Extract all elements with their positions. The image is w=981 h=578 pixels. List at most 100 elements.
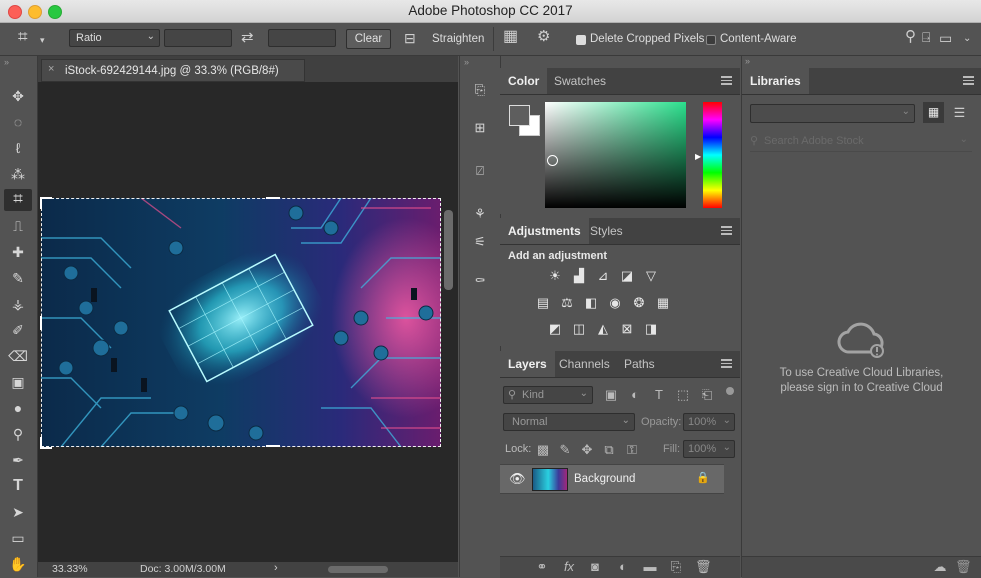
layer-row[interactable]: 👁 Background 🔒 bbox=[500, 464, 724, 494]
selective-color-icon[interactable]: ⊠ bbox=[619, 322, 635, 336]
filter-type-icon[interactable]: T bbox=[651, 388, 667, 402]
link-layers-icon[interactable]: ⚭ bbox=[534, 560, 550, 574]
marquee-tool-icon[interactable]: ◌ bbox=[8, 112, 28, 132]
rectangle-tool-icon[interactable]: ▭ bbox=[8, 528, 28, 548]
chevron-down-icon[interactable]: ▾ bbox=[40, 33, 45, 47]
horizontal-scrollbar-thumb[interactable] bbox=[328, 566, 388, 573]
hue-slider[interactable] bbox=[703, 102, 722, 208]
filter-toggle[interactable] bbox=[726, 387, 734, 395]
ratio-select[interactable]: Ratio ⌄ bbox=[69, 29, 160, 47]
close-tab-icon[interactable]: × bbox=[48, 63, 54, 75]
gradient-map-icon[interactable]: ◨ bbox=[643, 322, 659, 336]
crop-handle-top-left[interactable] bbox=[40, 197, 52, 209]
vibrance-icon[interactable]: ▽ bbox=[643, 269, 659, 283]
straighten-icon[interactable]: ⊟ bbox=[404, 31, 416, 45]
ratio-height-input[interactable] bbox=[268, 29, 336, 47]
clone-source-panel-icon[interactable]: ⚰ bbox=[470, 271, 490, 291]
fill-input[interactable]: 100% ⌄ bbox=[683, 440, 735, 458]
tab-adjustments[interactable]: Adjustments bbox=[500, 218, 589, 244]
layer-name[interactable]: Background bbox=[574, 473, 635, 485]
color-field[interactable] bbox=[545, 102, 686, 208]
tab-color[interactable]: Color bbox=[500, 68, 548, 94]
new-adjustment-layer-icon[interactable]: ◐ bbox=[615, 560, 631, 574]
hand-tool-icon[interactable]: ✋ bbox=[8, 554, 28, 574]
collapse-panel-icon[interactable]: » bbox=[464, 57, 469, 67]
list-view-icon[interactable]: ☰ bbox=[949, 102, 970, 123]
layer-filter-kind-select[interactable]: ⚲ Kind ⌄ bbox=[503, 386, 593, 404]
eraser-tool-icon[interactable]: ⌫ bbox=[8, 346, 28, 366]
hue-saturation-icon[interactable]: ▤ bbox=[535, 296, 551, 310]
crop-tool-preset-icon[interactable]: ⌗ bbox=[18, 28, 28, 45]
crop-selection-border[interactable] bbox=[41, 198, 441, 447]
character-panel-icon[interactable]: ⍁ bbox=[470, 161, 490, 181]
tab-styles[interactable]: Styles bbox=[582, 218, 631, 244]
black-white-icon[interactable]: ◧ bbox=[583, 296, 599, 310]
eye-icon[interactable]: 👁 bbox=[509, 471, 526, 487]
crop-handle-top[interactable] bbox=[266, 197, 280, 199]
panel-menu-icon[interactable] bbox=[721, 359, 732, 368]
dodge-tool-icon[interactable]: ⚲ bbox=[8, 424, 28, 444]
filter-adjustment-icon[interactable]: ◐ bbox=[627, 388, 643, 402]
curves-icon[interactable]: ⊿ bbox=[595, 269, 611, 283]
lock-all-icon[interactable]: ⚿ bbox=[624, 443, 640, 457]
overlay-grid-icon[interactable]: ▦ bbox=[503, 29, 518, 45]
photo-filter-icon[interactable]: ◉ bbox=[607, 296, 623, 310]
panel-menu-icon[interactable] bbox=[963, 76, 974, 85]
new-layer-icon[interactable]: ⎘ bbox=[668, 560, 684, 574]
threshold-icon[interactable]: ◭ bbox=[595, 322, 611, 336]
color-lookup-icon[interactable]: ▦ bbox=[655, 296, 671, 310]
move-tool-icon[interactable]: ✥ bbox=[8, 86, 28, 106]
pen-tool-icon[interactable]: ✒ bbox=[8, 450, 28, 470]
opacity-input[interactable]: 100% ⌄ bbox=[683, 413, 735, 431]
delete-layer-icon[interactable]: 🗑 bbox=[695, 560, 712, 574]
collapse-panel-icon[interactable]: » bbox=[4, 57, 9, 67]
lasso-tool-icon[interactable]: ℓ bbox=[8, 138, 28, 158]
tab-paths[interactable]: Paths bbox=[616, 351, 663, 377]
straighten-label[interactable]: Straighten bbox=[432, 33, 484, 45]
channel-mixer-icon[interactable]: ❂ bbox=[631, 296, 647, 310]
quick-selection-tool-icon[interactable]: ⁂ bbox=[8, 164, 28, 184]
library-select[interactable]: ⌄ bbox=[750, 104, 915, 123]
path-selection-tool-icon[interactable]: ➤ bbox=[8, 502, 28, 522]
invert-icon[interactable]: ◩ bbox=[547, 322, 563, 336]
stock-search-input[interactable]: ⚲ Search Adobe Stock ⌄ bbox=[750, 131, 972, 152]
crop-handle-bottom-left[interactable] bbox=[40, 437, 52, 449]
levels-icon[interactable]: ▟ bbox=[571, 269, 587, 283]
properties-panel-icon[interactable]: ⊞ bbox=[470, 118, 490, 138]
healing-brush-tool-icon[interactable]: ✚ bbox=[8, 242, 28, 262]
exposure-icon[interactable]: ◪ bbox=[619, 269, 635, 283]
new-group-icon[interactable]: ▬ bbox=[642, 560, 658, 574]
color-picker-cursor[interactable] bbox=[547, 155, 558, 166]
filter-smart-object-icon[interactable]: ⎗ bbox=[699, 388, 715, 402]
swap-dimensions-icon[interactable]: ⇄ bbox=[241, 30, 254, 45]
vertical-scrollbar-thumb[interactable] bbox=[444, 210, 453, 290]
lock-position-icon[interactable]: ✥ bbox=[579, 443, 595, 457]
foreground-color-swatch[interactable] bbox=[509, 105, 530, 126]
brushes-panel-icon[interactable]: ⚘ bbox=[470, 204, 490, 224]
tab-channels[interactable]: Channels bbox=[551, 351, 618, 377]
creative-cloud-sync-icon[interactable]: ☁ bbox=[932, 560, 948, 574]
tab-layers[interactable]: Layers bbox=[500, 351, 555, 377]
clone-stamp-tool-icon[interactable]: ⚶ bbox=[8, 294, 28, 314]
panel-menu-icon[interactable] bbox=[721, 226, 732, 235]
status-menu-chevron-icon[interactable]: › bbox=[274, 562, 278, 574]
blend-mode-select[interactable]: Normal ⌄ bbox=[503, 413, 635, 431]
adjust-panel-icon[interactable]: ⚟ bbox=[470, 232, 490, 252]
history-brush-tool-icon[interactable]: ✐ bbox=[8, 320, 28, 340]
search-icon[interactable]: ⚲ bbox=[905, 29, 916, 44]
eyedropper-tool-icon[interactable]: ⎍ bbox=[8, 216, 28, 236]
clear-button[interactable]: Clear bbox=[346, 29, 391, 49]
blur-tool-icon[interactable]: ● bbox=[8, 398, 28, 418]
filter-shape-icon[interactable]: ⬚ bbox=[675, 388, 691, 402]
color-balance-icon[interactable]: ⚖ bbox=[559, 296, 575, 310]
zoom-level[interactable]: 33.33% bbox=[52, 563, 88, 575]
ratio-width-input[interactable] bbox=[164, 29, 232, 47]
chevron-down-icon[interactable]: ⌄ bbox=[963, 32, 971, 46]
type-tool-icon[interactable]: T bbox=[8, 476, 28, 496]
lock-transparent-pixels-icon[interactable]: ▩ bbox=[535, 443, 551, 457]
brightness-contrast-icon[interactable]: ☀ bbox=[547, 269, 563, 283]
layer-style-fx-icon[interactable]: fx bbox=[561, 560, 577, 574]
delete-icon[interactable]: 🗑 bbox=[955, 560, 972, 574]
gradient-tool-icon[interactable]: ▣ bbox=[8, 372, 28, 392]
workspace-switcher-icon[interactable]: ▭ bbox=[939, 31, 952, 45]
